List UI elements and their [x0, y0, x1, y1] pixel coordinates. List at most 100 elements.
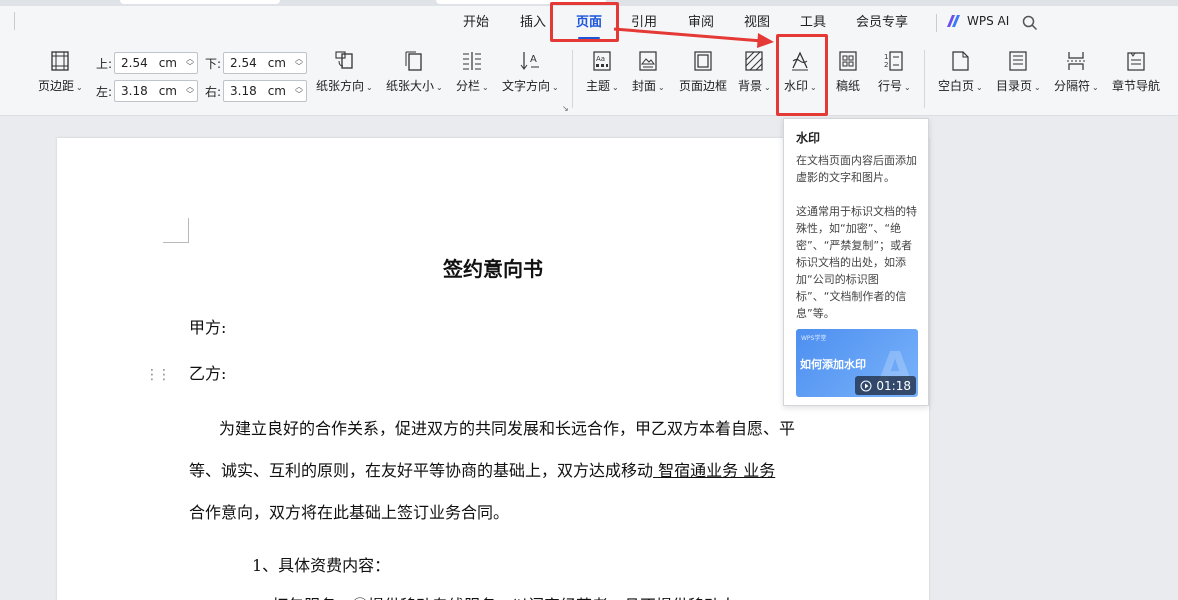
section-nav-icon — [1127, 52, 1145, 71]
separator-button[interactable]: 分隔符 ⌄ — [1054, 50, 1099, 94]
chevron-down-icon: ⌄ — [904, 83, 911, 92]
unit-label: cm — [267, 84, 286, 98]
toc-page-button[interactable]: 目录页 ⌄ — [996, 50, 1041, 94]
toc-page-icon — [1009, 51, 1027, 71]
video-duration-text: 01:18 — [876, 378, 911, 393]
margin-bottom-label: 下: — [205, 56, 222, 71]
page-border-button[interactable]: 页面边框 — [679, 50, 727, 94]
paragraph-line: 合作意向，双方将在此基础上签订业务合同。 — [189, 503, 510, 522]
blank-page-label: 空白页 — [938, 79, 975, 93]
wps-ai-label: WPS AI — [967, 14, 1010, 28]
party-a-label: 甲方: — [189, 318, 227, 337]
margin-top-label: 上: — [96, 56, 113, 71]
margins-icon — [51, 51, 70, 71]
wps-ai-button[interactable]: WPS AI — [946, 14, 1009, 28]
margin-left-value: 3.18 — [121, 84, 148, 98]
margin-right-control: 右: 3.18 cm ︿ ﹀ — [205, 80, 307, 102]
divider — [14, 12, 15, 30]
margin-left-input[interactable]: 3.18 cm ︿ ﹀ — [114, 80, 198, 102]
unit-label: cm — [158, 84, 177, 98]
theme-label: 主题 — [586, 79, 611, 93]
tab-home[interactable]: 开始 — [463, 14, 489, 34]
page-border-label: 页面边框 — [679, 79, 728, 93]
chevron-down-icon: ⌄ — [552, 83, 559, 92]
tab-insert[interactable]: 插入 — [520, 14, 546, 34]
underlined-text: 智宿通业务 业务 — [653, 461, 776, 480]
section-nav-button[interactable]: 章节导航 — [1112, 50, 1160, 94]
section-heading: 1、具体资费内容： — [252, 556, 391, 575]
divider — [936, 14, 937, 32]
paragraph-line: 打包服务：①提供移动专线服务，以闲宿经营者，且不提供移动人 — [272, 592, 736, 600]
video-duration: 01:18 — [855, 376, 916, 395]
line-number-label: 行号 — [878, 79, 903, 93]
chevron-down-icon: ⌄ — [1092, 83, 1099, 92]
text-direction-button[interactable]: A 文字方向 ⌄ — [502, 50, 559, 94]
paper-size-button[interactable]: 纸张大小 ⌄ — [386, 50, 443, 94]
chevron-down-icon: ⌄ — [764, 83, 771, 92]
spinner-arrows-icon[interactable]: ︿ ﹀ — [295, 55, 303, 71]
chevron-down-icon: ⌄ — [436, 83, 443, 92]
margins-button[interactable]: 页边距 ⌄ — [38, 50, 83, 94]
manuscript-label: 稿纸 — [836, 79, 861, 93]
paragraph-text: 等、诚实、互利的原则，在友好平等协商的基础上，双方达成移动 — [189, 461, 654, 480]
margin-bottom-value: 2.54 — [230, 56, 257, 70]
line-number-button[interactable]: 1 2 行号 ⌄ — [878, 50, 911, 94]
chevron-down-icon: ⌄ — [1034, 83, 1041, 92]
paper-size-label: 纸张大小 — [386, 79, 435, 93]
orientation-button[interactable]: 纸张方向 ⌄ — [316, 50, 373, 94]
margin-right-label: 右: — [205, 84, 222, 99]
spinner-arrows-icon[interactable]: ︿ ﹀ — [295, 83, 303, 99]
video-brand: WPS学堂 — [801, 335, 827, 342]
tab-strip-segment — [120, 0, 280, 4]
cover-icon — [639, 51, 657, 71]
margin-right-value: 3.18 — [230, 84, 257, 98]
annotation-arrow-icon — [613, 27, 774, 48]
background-button[interactable]: 背景 ⌄ — [738, 50, 771, 94]
crop-mark — [163, 218, 189, 243]
tab-highlight-box — [550, 2, 619, 42]
chevron-down-icon: ⌄ — [482, 83, 489, 92]
tab-tools[interactable]: 工具 — [800, 14, 826, 34]
divider — [924, 50, 925, 108]
columns-icon — [463, 52, 482, 70]
svg-text:Aa: Aa — [596, 55, 605, 63]
tooltip-detail: 这通常用于标识文档的特殊性，如“加密”、“绝密”、“严禁复制”；或者标识文档的出… — [796, 205, 917, 320]
orientation-label: 纸张方向 — [316, 79, 365, 93]
tab-member[interactable]: 会员专享 — [856, 14, 908, 34]
margin-right-input[interactable]: 3.18 cm ︿ ﹀ — [223, 80, 307, 102]
spinner-arrows-icon[interactable]: ︿ ﹀ — [186, 83, 194, 99]
video-caption: 如何添加水印 — [800, 358, 866, 371]
svg-text:2: 2 — [884, 61, 888, 69]
section-nav-label: 章节导航 — [1112, 79, 1161, 93]
margin-top-control: 上: 2.54 cm ︿ ﹀ — [96, 52, 198, 74]
text-direction-icon: A — [520, 52, 540, 70]
cover-label: 封面 — [632, 79, 657, 93]
divider — [572, 50, 573, 108]
chevron-down-icon: ⌄ — [612, 83, 619, 92]
background-icon — [745, 51, 763, 71]
tooltip-title: 水印 — [796, 131, 821, 145]
manuscript-button[interactable]: 稿纸 — [836, 50, 860, 94]
spinner-arrows-icon[interactable]: ︿ ﹀ — [186, 55, 194, 71]
margin-bottom-control: 下: 2.54 cm ︿ ﹀ — [205, 52, 307, 74]
theme-icon: Aa — [593, 51, 611, 71]
dialog-launcher-icon[interactable]: ↘ — [562, 104, 569, 113]
paper-size-icon — [405, 51, 423, 71]
paragraph-line: 为建立良好的合作关系，促进双方的共同发展和长远合作，甲乙双方本着自愿、平 — [219, 419, 796, 438]
columns-button[interactable]: 分栏 ⌄ — [456, 50, 489, 94]
ribbon-toolbar: 页边距 ⌄ 上: 2.54 cm ︿ ﹀ 下: 2.54 cm ︿ ﹀ 左: 3.18… — [0, 42, 1178, 116]
search-icon[interactable] — [1022, 15, 1038, 31]
chevron-down-icon: ⌄ — [976, 83, 983, 92]
margin-left-label: 左: — [96, 84, 113, 99]
blank-page-button[interactable]: 空白页 ⌄ — [938, 50, 983, 94]
margin-bottom-input[interactable]: 2.54 cm ︿ ﹀ — [223, 52, 307, 74]
chevron-down-icon: ⌄ — [658, 83, 665, 92]
drag-handle-icon[interactable]: ⋮⋮ — [145, 368, 171, 382]
margin-top-input[interactable]: 2.54 cm ︿ ﹀ — [114, 52, 198, 74]
margin-top-value: 2.54 — [121, 56, 148, 70]
theme-button[interactable]: Aa 主题 ⌄ — [586, 50, 619, 94]
watermark-highlight-box — [776, 34, 828, 116]
page-border-icon — [694, 51, 712, 71]
tutorial-video-thumbnail[interactable]: WPS学堂 A 如何添加水印 01:18 — [796, 329, 918, 397]
cover-button[interactable]: 封面 ⌄ — [632, 50, 665, 94]
